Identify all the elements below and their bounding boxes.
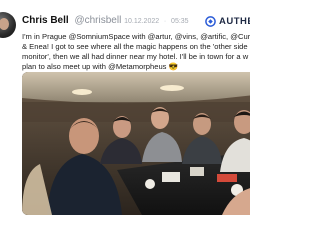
ceiling-light	[160, 85, 184, 91]
table-item	[217, 174, 237, 182]
avatar-face	[0, 18, 9, 30]
post-text-line: & Enea! I got to see where all the magic…	[22, 42, 250, 51]
post-text-line: I'm in Prague @SomniumSpace with @artur,…	[22, 32, 250, 41]
table-item	[190, 167, 204, 176]
author-handle[interactable]: @chrisbell	[74, 15, 121, 26]
photo-illustration	[22, 72, 250, 215]
author-name[interactable]: Chris Bell	[22, 15, 69, 26]
brand-badge[interactable]: AUTHEN	[205, 14, 250, 28]
post-time: 05:35	[171, 18, 189, 25]
post-text-line: monitor', then we all had dinner near my…	[22, 52, 249, 61]
post-text: I'm in Prague @SomniumSpace with @artur,…	[22, 32, 250, 72]
separator: ·	[163, 18, 167, 25]
author-avatar[interactable]	[0, 12, 16, 38]
group-selfie-photo[interactable]	[22, 72, 250, 215]
social-post-card: Chris Bell @chrisbell 10.12.2022 · 05:35…	[0, 0, 250, 250]
post-date: 10.12.2022	[124, 18, 160, 25]
ceiling-light	[72, 89, 92, 95]
brand-name: AUTHEN	[219, 15, 250, 27]
cup	[145, 179, 155, 189]
brand-logo-icon	[205, 15, 216, 27]
back-wall	[22, 102, 250, 122]
post-text-line: plan to also meet up with @Metamorpheus …	[22, 62, 179, 71]
ceiling	[22, 72, 250, 104]
post-footer	[0, 232, 250, 250]
table-item	[162, 172, 180, 182]
